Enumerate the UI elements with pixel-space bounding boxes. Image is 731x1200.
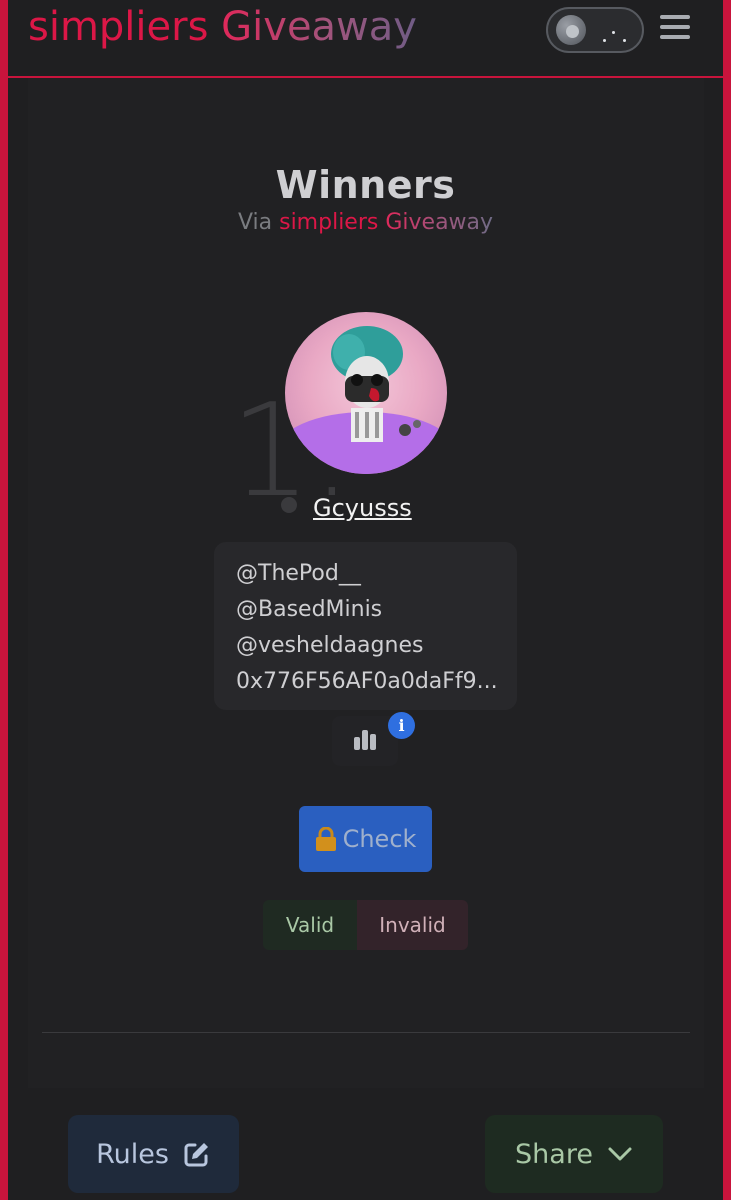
check-label: Check (342, 825, 417, 853)
via-prefix: Via (237, 210, 273, 235)
rules-button[interactable]: Rules (68, 1115, 239, 1193)
brand-name: simpliers (28, 4, 209, 50)
share-button[interactable]: Share (485, 1115, 663, 1193)
invalid-button[interactable]: Invalid (357, 900, 468, 950)
validity-filter-group: Valid Invalid (263, 900, 468, 950)
edit-icon (184, 1143, 208, 1167)
chevron-down-icon (608, 1147, 632, 1161)
entry-mention: @BasedMinis (236, 597, 383, 622)
valid-button[interactable]: Valid (263, 900, 357, 950)
via-brand-name[interactable]: simpliers (279, 210, 378, 235)
rank-dot (281, 497, 297, 513)
star-icon (623, 39, 626, 42)
theme-toggle[interactable] (546, 7, 644, 53)
via-brand-suffix[interactable]: Giveaway (385, 210, 493, 235)
hamburger-menu-icon[interactable] (660, 15, 690, 45)
brand-suffix: Giveaway (221, 4, 417, 50)
star-icon (612, 31, 615, 34)
info-icon[interactable]: i (388, 712, 415, 739)
avatar[interactable] (285, 312, 447, 474)
entry-wallet: 0x776F56AF0a0daFf9... (236, 669, 498, 694)
winner-entries-box: @ThePod__ @BasedMinis @vesheldaagnes 0x7… (214, 542, 517, 710)
star-icon (603, 39, 606, 42)
moon-toggle-icon (556, 15, 586, 45)
brand-logo[interactable]: simpliers Giveaway (28, 2, 417, 52)
entry-mention: @vesheldaagnes (236, 633, 424, 658)
bar-chart-icon (354, 730, 376, 750)
share-label: Share (515, 1138, 593, 1170)
divider (42, 1032, 690, 1033)
entry-mention: @ThePod__ (236, 561, 361, 586)
page-title: Winners (275, 163, 456, 207)
top-bar: simpliers Giveaway (8, 0, 723, 78)
winner-name-link[interactable]: Gcyusss (313, 494, 412, 522)
via-subtitle: Via simpliers Giveaway (0, 210, 731, 235)
check-button[interactable]: Check (299, 806, 432, 872)
lock-icon (315, 827, 336, 851)
rules-label: Rules (96, 1138, 169, 1170)
